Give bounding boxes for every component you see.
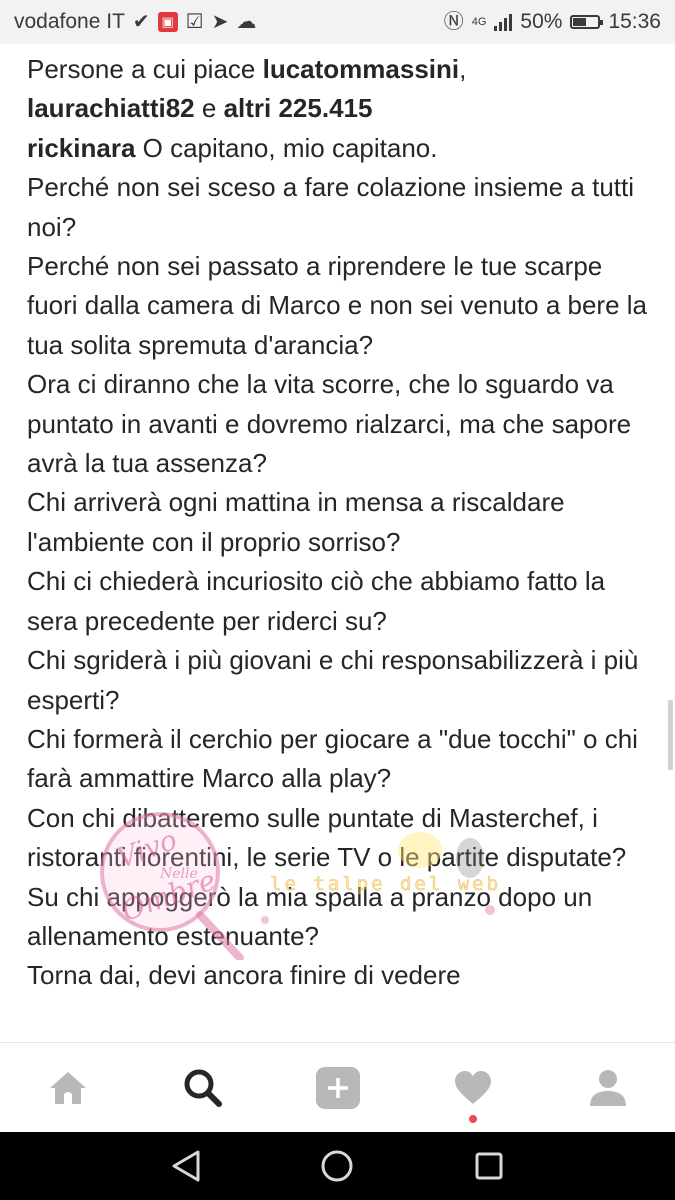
check-icon: ✔: [132, 11, 150, 33]
home-circle-icon: [321, 1150, 353, 1182]
likes-others-count[interactable]: altri 225.415: [224, 93, 373, 123]
likes-line[interactable]: Persone a cui piace lucatommassini, laur…: [27, 50, 657, 129]
caption-text: O capitano, mio capitano.: [142, 132, 438, 163]
nav-back-button[interactable]: [156, 1136, 216, 1196]
tab-add-post[interactable]: [303, 1053, 373, 1123]
scrollbar-thumb[interactable]: [668, 700, 673, 770]
likes-separator: ,: [459, 54, 467, 84]
caption: rickinara O capitano, mio capitano. Perc…: [27, 129, 657, 996]
search-icon: [184, 1069, 222, 1107]
tab-profile[interactable]: [573, 1053, 643, 1123]
caption-line: Perché non sei sceso a fare colazione in…: [27, 172, 635, 242]
caption-line: Ora ci diranno che la vita scorre, che l…: [27, 369, 632, 479]
back-icon: [172, 1150, 200, 1182]
caption-line: rickinara O capitano, mio capitano.: [27, 129, 657, 168]
tab-search[interactable]: [168, 1053, 238, 1123]
status-left: vodafone IT ✔ ▣ ☑ ➤ ☁: [14, 10, 256, 34]
nav-recents-button[interactable]: [459, 1136, 519, 1196]
notification-dot: [468, 1115, 477, 1123]
caption-line: Su chi appoggerò la mia spalla a pranzo …: [27, 881, 593, 951]
signal-icon: [494, 13, 513, 31]
recents-icon: [475, 1152, 503, 1180]
app-notification-icon: ▣: [157, 12, 178, 32]
carrier-label: vodafone IT: [14, 10, 125, 33]
clock: 15:36: [608, 10, 661, 33]
tab-activity[interactable]: [438, 1053, 508, 1123]
caption-line: Chi formerà il cerchio per giocare a "du…: [27, 723, 638, 794]
add-post-icon: [315, 1067, 360, 1109]
caption-username[interactable]: rickinara: [27, 133, 135, 163]
status-right: Ⓝ 4G 50% 15:36: [444, 10, 661, 34]
likes-prefix: Persone a cui piace: [27, 54, 263, 84]
likes-conjunction: e: [194, 93, 224, 124]
status-bar: vodafone IT ✔ ▣ ☑ ➤ ☁ Ⓝ 4G 50% 15:36: [0, 0, 675, 44]
cloud-icon: ☁: [236, 11, 257, 33]
liker-username-2[interactable]: laurachiatti82: [27, 93, 195, 123]
profile-icon: [589, 1070, 626, 1106]
battery-icon: [570, 15, 604, 29]
liker-username-1[interactable]: lucatommassini: [263, 54, 460, 84]
caption-line: Chi sgriderà i più giovani e chi respons…: [27, 645, 639, 715]
system-nav-bar: [0, 1132, 675, 1200]
caption-line: Chi arriverà ogni mattina in mensa a ris…: [27, 487, 565, 557]
post-content: Persone a cui piace lucatommassini, laur…: [27, 50, 657, 996]
nav-home-button[interactable]: [307, 1136, 367, 1196]
nfc-icon: Ⓝ: [443, 11, 464, 33]
tab-home[interactable]: [33, 1053, 103, 1123]
heart-icon: [454, 1071, 491, 1104]
task-check-icon: ☑: [185, 11, 204, 33]
caption-line: Perché non sei passato a riprendere le t…: [27, 251, 648, 360]
bottom-tab-bar: [0, 1042, 675, 1133]
network-type-label: 4G: [471, 16, 487, 28]
send-icon: ➤: [211, 11, 229, 33]
caption-line: Con chi dibatteremo sulle puntate di Mas…: [27, 802, 627, 873]
battery-percent: 50%: [520, 10, 563, 33]
caption-line: Chi ci chiederà incuriosito ciò che abbi…: [27, 566, 606, 636]
home-icon: [49, 1072, 86, 1104]
caption-line: Torna dai, devi ancora finire di vedere: [27, 960, 461, 991]
